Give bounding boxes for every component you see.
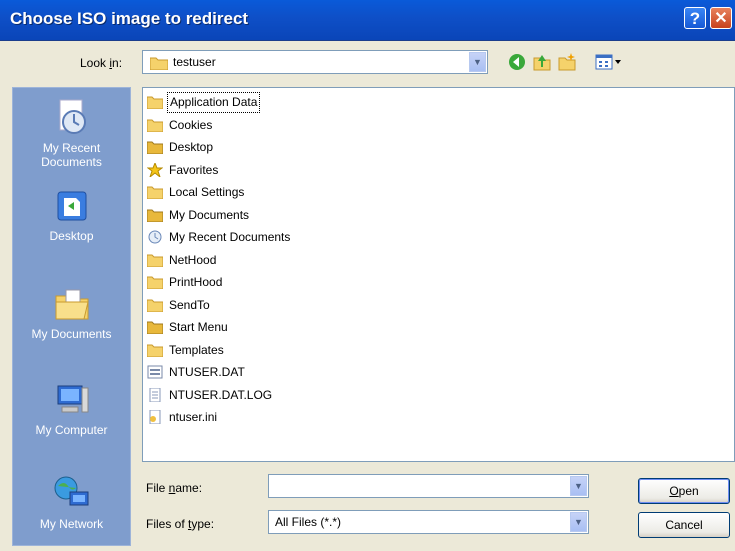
file-name-label: File name: bbox=[146, 481, 203, 495]
place-label: My Network bbox=[39, 517, 104, 531]
look-in-value: testuser bbox=[173, 55, 216, 69]
places-bar: My Recent Documents Desktop My Documents… bbox=[12, 87, 131, 546]
my-documents-icon bbox=[55, 289, 89, 320]
recent-documents-icon bbox=[59, 99, 86, 134]
folder-icon bbox=[150, 57, 168, 70]
question-icon: ? bbox=[689, 9, 701, 28]
desktop-folder-icon bbox=[147, 141, 163, 154]
views-menu-icon[interactable] bbox=[594, 52, 624, 72]
my-documents-folder-icon bbox=[147, 209, 163, 222]
file-name-input[interactable]: ▼ bbox=[268, 474, 589, 498]
close-button[interactable]: ✕ bbox=[710, 7, 732, 29]
place-my-computer[interactable]: My Computer bbox=[13, 380, 130, 437]
place-label: My Computer bbox=[35, 423, 108, 437]
file-list[interactable]: Application Data Cookies Desktop Favorit… bbox=[142, 87, 735, 462]
folder-icon bbox=[147, 96, 163, 109]
my-network-icon bbox=[54, 476, 88, 506]
up-folder-icon[interactable] bbox=[532, 52, 552, 72]
recent-documents-icon bbox=[148, 230, 162, 244]
dat-file-icon bbox=[147, 365, 163, 379]
folder-icon bbox=[147, 254, 163, 267]
place-my-network[interactable]: My Network bbox=[13, 474, 130, 531]
new-folder-icon[interactable] bbox=[557, 52, 577, 72]
folder-icon bbox=[147, 119, 163, 132]
back-icon[interactable] bbox=[507, 52, 527, 72]
close-icon: ✕ bbox=[714, 10, 728, 27]
start-menu-folder-icon bbox=[147, 321, 163, 334]
place-label: My Documents bbox=[31, 327, 112, 341]
place-label: My Recent Documents bbox=[41, 141, 102, 169]
file-type-label: Files of type: bbox=[146, 517, 215, 531]
desktop-icon bbox=[57, 191, 86, 221]
place-my-documents[interactable]: My Documents bbox=[13, 284, 130, 341]
chevron-down-icon[interactable]: ▼ bbox=[570, 512, 587, 532]
chevron-down-icon[interactable]: ▼ bbox=[469, 52, 486, 72]
ini-file-icon bbox=[149, 410, 161, 424]
my-computer-icon bbox=[57, 385, 88, 413]
look-in-label: Look in: bbox=[80, 56, 123, 70]
place-label: Desktop bbox=[49, 229, 94, 243]
open-button[interactable]: Open bbox=[638, 478, 730, 504]
folder-icon bbox=[147, 344, 163, 357]
file-type-select[interactable]: All Files (*.*) ▼ bbox=[268, 510, 589, 534]
chevron-down-icon[interactable]: ▼ bbox=[570, 476, 587, 496]
window-title: Choose ISO image to redirect bbox=[10, 9, 249, 28]
title-bar: Choose ISO image to redirect ? ✕ bbox=[0, 0, 735, 41]
help-button[interactable]: ? bbox=[684, 7, 706, 29]
place-my-recent-documents[interactable]: My Recent Documents bbox=[13, 98, 130, 169]
log-file-icon bbox=[149, 388, 161, 402]
folder-icon bbox=[147, 186, 163, 199]
cancel-button[interactable]: Cancel bbox=[638, 512, 730, 538]
favorites-star-icon bbox=[147, 163, 163, 177]
folder-icon bbox=[147, 299, 163, 312]
folder-icon bbox=[147, 276, 163, 289]
look-in-combobox[interactable]: testuser ▼ bbox=[142, 50, 488, 74]
place-desktop[interactable]: Desktop bbox=[13, 188, 130, 243]
